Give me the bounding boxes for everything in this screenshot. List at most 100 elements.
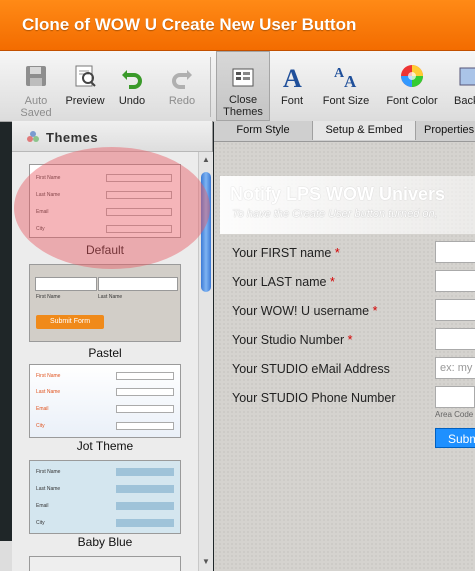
toolbar: Auto Saved Preview Undo Redo Close Theme… (0, 51, 475, 122)
undo-button[interactable]: Undo (112, 59, 152, 117)
theme-next-thumbnail (29, 556, 181, 571)
tab-form-style[interactable]: Form Style (214, 121, 313, 140)
back-label: Back (454, 95, 475, 107)
theme-default[interactable]: First Name Last Name Email City Default (29, 164, 181, 264)
required-marker: * (372, 304, 378, 318)
font-color-button[interactable]: Font Color (380, 59, 444, 117)
thumb-field (116, 405, 174, 413)
scroll-up-icon[interactable]: ▲ (202, 155, 210, 164)
thumb-field (106, 208, 172, 216)
field-studio-phone-label: Your STUDIO Phone Number (232, 391, 396, 405)
field-label: Your STUDIO eMail Address (232, 362, 390, 376)
theme-next[interactable] (29, 556, 181, 571)
theme-jot[interactable]: First Name Last Name Email City Jot Them… (29, 364, 181, 460)
field-last-name-label: Your LAST name * (232, 275, 335, 289)
thumb-label: Last Name (36, 486, 61, 492)
auto-saved-label: Auto Saved (20, 95, 52, 119)
field-first-name-label: Your FIRST name * (232, 246, 340, 260)
theme-pastel-label: Pastel (88, 346, 122, 360)
theme-list: First Name Last Name Email City Default … (12, 152, 198, 571)
themes-heading: Themes (46, 130, 99, 145)
preview-button[interactable]: Preview (62, 59, 108, 117)
thumb-label: Email (36, 209, 49, 215)
field-username-label: Your WOW! U username * (232, 304, 377, 318)
redo-arrow-icon (172, 70, 192, 89)
theme-pastel-thumbnail: First Name Last Name Submit Form (29, 264, 181, 342)
font-size-button[interactable]: A A Font Size (318, 59, 374, 117)
form-canvas: Notify LPS WOW Univers To have the Creat… (214, 142, 475, 571)
font-icon: A (283, 64, 302, 89)
theme-default-thumbnail: First Name Last Name Email City (29, 164, 181, 238)
thumb-label: Email (36, 406, 49, 412)
submit-button[interactable]: Subm (435, 428, 475, 448)
theme-pastel[interactable]: First Name Last Name Submit Form Pastel (29, 264, 181, 360)
thumb-field (116, 422, 174, 430)
field-label: Your WOW! U username (232, 304, 370, 318)
theme-jot-label: Jot Theme (76, 439, 134, 453)
last-name-input[interactable] (435, 270, 475, 292)
floppy-disk-icon (26, 66, 46, 86)
background-icon (459, 67, 475, 86)
back-button[interactable]: Back (450, 59, 475, 117)
username-input[interactable] (435, 299, 475, 321)
field-label: Your STUDIO Phone Number (232, 391, 396, 405)
auto-saved-button[interactable]: Auto Saved (14, 59, 58, 119)
thumb-field (116, 485, 174, 493)
theme-jot-thumbnail: First Name Last Name Email City (29, 364, 181, 438)
thumb-label: First Name (36, 175, 61, 181)
toolbar-divider (210, 57, 211, 117)
thumb-label: City (36, 520, 45, 526)
close-themes-button[interactable]: Close Themes (216, 51, 270, 121)
app-window: Clone of WOW U Create New User Button Au… (0, 0, 475, 571)
thumb-field (98, 277, 178, 291)
font-size-label: Font Size (322, 95, 370, 107)
color-wheel-icon (401, 65, 423, 87)
tab-setup-embed[interactable]: Setup & Embed (313, 121, 416, 140)
preview-label: Preview (65, 95, 105, 107)
thumb-field (35, 277, 97, 291)
thumb-label: First Name (36, 373, 61, 379)
redo-button[interactable]: Redo (160, 59, 204, 117)
first-name-input[interactable] (435, 241, 475, 263)
window-edge (0, 541, 12, 571)
area-code-hint: Area Code (435, 410, 474, 419)
svg-text:A: A (283, 64, 302, 89)
thumb-field (116, 468, 174, 476)
studio-number-input[interactable] (435, 328, 475, 350)
thumb-label: First Name (36, 469, 61, 475)
scroll-down-icon[interactable]: ▼ (202, 557, 210, 566)
themes-sidebar: Themes First Name Last Name Email City D… (12, 121, 213, 571)
font-label: Font (280, 95, 303, 107)
thumb-label: City (36, 226, 45, 232)
thumb-field (106, 174, 172, 182)
field-studio-number-label: Your Studio Number * (232, 333, 352, 347)
themes-header: Themes (12, 121, 212, 152)
thumb-field (106, 191, 172, 199)
area-code-input[interactable] (435, 386, 475, 408)
font-button[interactable]: A Font (274, 59, 310, 117)
thumb-field (106, 225, 172, 233)
thumb-label: Last Name (36, 389, 61, 395)
thumb-field (116, 372, 174, 380)
preview-icon (75, 65, 96, 87)
undo-label: Undo (118, 95, 146, 107)
themes-scrollbar[interactable]: ▲ ▼ (198, 152, 213, 571)
studio-email-input[interactable]: ex: my (435, 357, 475, 379)
thumb-field (116, 519, 174, 527)
field-label: Your FIRST name (232, 246, 332, 260)
thumb-label: Email (36, 503, 49, 509)
thumb-field (116, 502, 174, 510)
tab-properties[interactable]: Properties (416, 121, 475, 140)
form-subtitle: To have the Create User button turned on… (232, 208, 438, 220)
undo-arrow-icon (122, 70, 142, 89)
theme-baby-blue[interactable]: First Name Last Name Email City Baby Blu… (29, 460, 181, 556)
window-title: Clone of WOW U Create New User Button (22, 15, 357, 34)
required-marker: * (334, 246, 340, 260)
field-studio-email-label: Your STUDIO eMail Address (232, 362, 390, 376)
font-color-label: Font Color (386, 95, 438, 107)
title-bar: Clone of WOW U Create New User Button (0, 0, 475, 51)
field-label: Your Studio Number (232, 333, 345, 347)
thumb-field (116, 388, 174, 396)
scroll-thumb[interactable] (201, 172, 211, 292)
required-marker: * (347, 333, 353, 347)
